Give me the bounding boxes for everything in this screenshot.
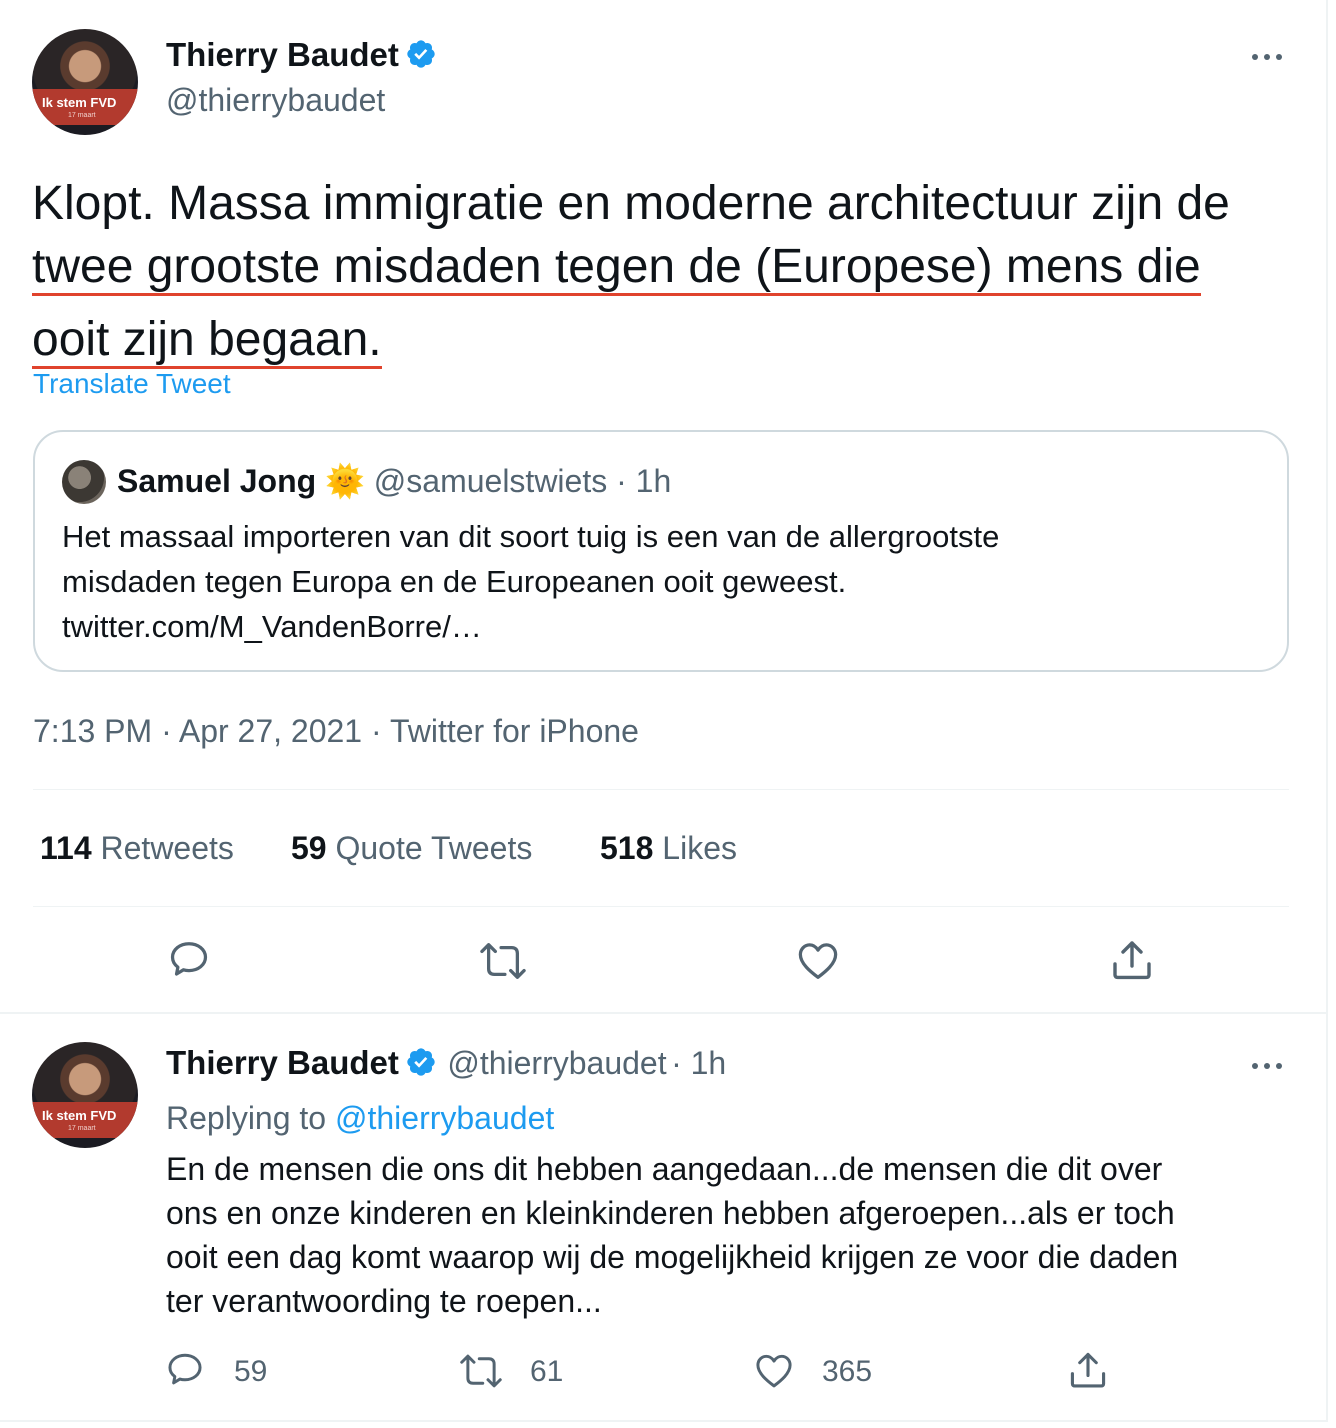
share-icon[interactable] [1066,1348,1110,1392]
tweet-text-line: Klopt. Massa immigratie en moderne archi… [32,177,1230,230]
share-icon[interactable] [1108,936,1156,984]
tweet-text-line-underlined: twee grootste misdaden tegen de (Europes… [32,241,1201,296]
quote-author-handle[interactable]: @samuelstwiets [374,463,607,499]
retweet-icon[interactable] [478,938,528,984]
like-icon[interactable] [794,938,842,984]
reply-text-line: ooit een dag komt waarop wij de mogelijk… [166,1239,1179,1275]
replying-to-handle[interactable]: @thierrybaudet [335,1100,554,1136]
quote-time: · 1h [616,463,672,499]
author-avatar[interactable]: Ik stem FVD 17 maart [32,29,138,135]
likes-count: 518 [600,830,654,866]
author-handle[interactable]: @thierrybaudet [166,82,385,119]
quoted-tweet-card[interactable]: Samuel Jong 🌞 @samuelstwiets · 1h Het ma… [33,430,1289,672]
more-icon[interactable] [1250,1055,1290,1075]
tweet-text: Klopt. Massa immigratie en moderne archi… [32,172,1302,371]
retweets-label: Retweets [100,830,234,866]
quote-header: Samuel Jong 🌞 @samuelstwiets · 1h [117,462,671,500]
reply-count: 59 [234,1355,268,1388]
avatar-subcaption: 17 maart [68,112,96,119]
quote-text-line: misdaden tegen Europa en de Europeanen o… [62,564,847,599]
more-icon[interactable] [1250,46,1290,66]
quote-tweets-count: 59 [291,830,327,866]
retweet-icon[interactable] [458,1350,504,1392]
reply-author-name[interactable]: Thierry Baudet [166,1044,399,1081]
quote-text-line: Het massaal importeren van dit soort tui… [62,519,1000,554]
tweet-text-line-underlined: ooit zijn begaan. [32,314,382,369]
sun-emoji-icon: 🌞 [325,463,365,499]
avatar-subcaption: 17 maart [68,1125,96,1132]
avatar-caption: Ik stem FVD [42,1108,117,1123]
reply-icon[interactable] [166,938,212,984]
tweet-separator [0,1012,1328,1014]
quote-tweets-label: Quote Tweets [335,830,533,866]
quote-link[interactable]: twitter.com/M_VandenBorre/… [62,604,999,649]
avatar-caption: Ik stem FVD [42,95,117,110]
divider [33,789,1289,790]
replying-to-label: Replying to [166,1100,327,1136]
reply-author-handle[interactable]: @thierrybaudet [447,1045,666,1081]
like-count: 365 [822,1355,873,1388]
verified-badge-icon [407,40,435,68]
stat-quote-tweets[interactable]: 59 Quote Tweets [291,830,532,867]
stat-retweets[interactable]: 114 Retweets [40,830,234,867]
reply-text-line: ons en onze kinderen en kleinkinderen he… [166,1195,1175,1231]
reply-text-line: ter verantwoording te roepen... [166,1283,602,1319]
divider [33,906,1289,907]
quote-text: Het massaal importeren van dit soort tui… [62,514,999,649]
retweet-count: 61 [530,1355,564,1388]
author-name-row[interactable]: Thierry Baudet [166,36,437,74]
replying-to: Replying to @thierrybaudet [166,1100,554,1137]
quote-author-name[interactable]: Samuel Jong [117,463,316,499]
reply-text-line: En de mensen die ons dit hebben aangedaa… [166,1151,1163,1187]
reply-time[interactable]: · 1h [671,1045,726,1081]
reply-text: En de mensen die ons dit hebben aangedaa… [166,1147,1286,1323]
author-name[interactable]: Thierry Baudet [166,36,399,73]
likes-label: Likes [662,830,737,866]
reply-header: Thierry Baudet @thierrybaudet · 1h [166,1044,726,1082]
tweet-page: Ik stem FVD 17 maart Thierry Baudet @thi… [0,0,1328,1422]
retweets-count: 114 [40,830,92,866]
reply-icon[interactable] [164,1350,206,1392]
like-icon[interactable] [752,1350,796,1392]
stat-likes[interactable]: 518 Likes [600,830,737,867]
translate-tweet-link[interactable]: Translate Tweet [33,368,231,400]
tweet-timestamp[interactable]: 7:13 PM · Apr 27, 2021 · Twitter for iPh… [33,713,639,750]
verified-badge-icon [407,1048,435,1076]
quote-author-avatar[interactable] [62,460,106,504]
reply-author-avatar[interactable]: Ik stem FVD 17 maart [32,1042,138,1148]
